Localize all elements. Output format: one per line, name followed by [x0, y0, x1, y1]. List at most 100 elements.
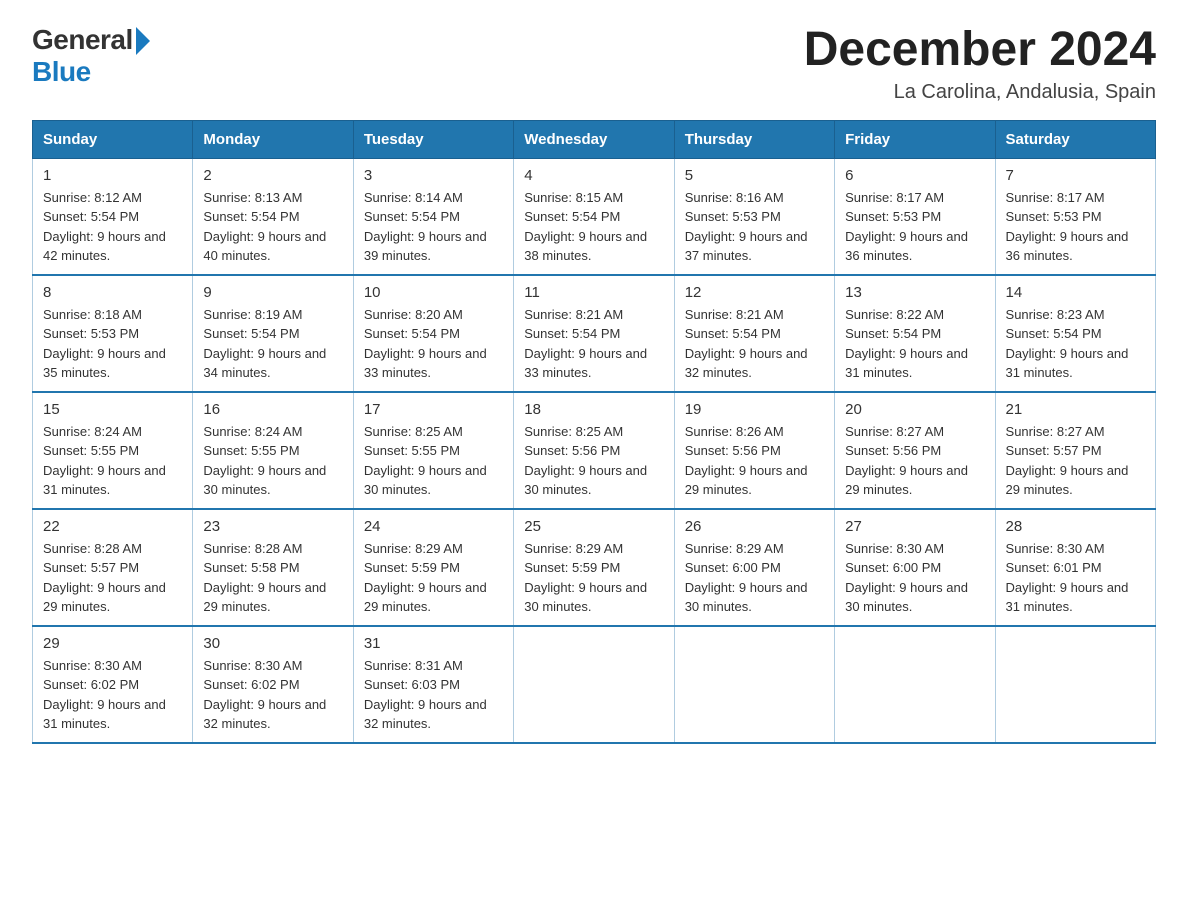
title-area: December 2024 La Carolina, Andalusia, Sp…: [804, 24, 1156, 104]
day-info: Sunrise: 8:14 AMSunset: 5:54 PMDaylight:…: [364, 188, 503, 266]
day-info: Sunrise: 8:30 AMSunset: 6:02 PMDaylight:…: [203, 656, 342, 734]
day-info: Sunrise: 8:15 AMSunset: 5:54 PMDaylight:…: [524, 188, 663, 266]
day-info: Sunrise: 8:29 AMSunset: 5:59 PMDaylight:…: [524, 539, 663, 617]
logo-general-text: General: [32, 24, 133, 56]
calendar-cell: 26 Sunrise: 8:29 AMSunset: 6:00 PMDayligh…: [674, 509, 834, 626]
header-sunday: Sunday: [33, 120, 193, 158]
calendar-cell: 19 Sunrise: 8:26 AMSunset: 5:56 PMDayligh…: [674, 392, 834, 509]
day-info: Sunrise: 8:17 AMSunset: 5:53 PMDaylight:…: [1006, 188, 1145, 266]
day-info: Sunrise: 8:22 AMSunset: 5:54 PMDaylight:…: [845, 305, 984, 383]
day-info: Sunrise: 8:24 AMSunset: 5:55 PMDaylight:…: [203, 422, 342, 500]
logo-blue-text: Blue: [32, 56, 91, 88]
calendar-cell: 8Sunrise: 8:18 AMSunset: 5:53 PMDaylight…: [33, 275, 193, 392]
calendar-cell: 10 Sunrise: 8:20 AMSunset: 5:54 PMDayligh…: [353, 275, 513, 392]
day-info: Sunrise: 8:30 AMSunset: 6:00 PMDaylight:…: [845, 539, 984, 617]
day-info: Sunrise: 8:29 AMSunset: 5:59 PMDaylight:…: [364, 539, 503, 617]
day-number: 25: [524, 518, 663, 535]
day-number: 7: [1006, 167, 1145, 184]
day-info: Sunrise: 8:16 AMSunset: 5:53 PMDaylight:…: [685, 188, 824, 266]
logo-arrow-icon: [136, 27, 150, 55]
calendar-cell: 23 Sunrise: 8:28 AMSunset: 5:58 PMDayligh…: [193, 509, 353, 626]
day-number: 22: [43, 518, 182, 535]
calendar-cell: 30Sunrise: 8:30 AMSunset: 6:02 PMDayligh…: [193, 626, 353, 743]
calendar-cell: 12 Sunrise: 8:21 AMSunset: 5:54 PMDayligh…: [674, 275, 834, 392]
day-number: 2: [203, 167, 342, 184]
day-info: Sunrise: 8:27 AMSunset: 5:57 PMDaylight:…: [1006, 422, 1145, 500]
day-number: 6: [845, 167, 984, 184]
day-number: 24: [364, 518, 503, 535]
calendar-cell: 14Sunrise: 8:23 AMSunset: 5:54 PMDayligh…: [995, 275, 1155, 392]
month-title: December 2024: [804, 24, 1156, 77]
calendar-cell: 9Sunrise: 8:19 AMSunset: 5:54 PMDaylight…: [193, 275, 353, 392]
day-info: Sunrise: 8:18 AMSunset: 5:53 PMDaylight:…: [43, 305, 182, 383]
calendar-cell: 5Sunrise: 8:16 AMSunset: 5:53 PMDaylight…: [674, 158, 834, 275]
day-number: 11: [524, 284, 663, 301]
day-info: Sunrise: 8:13 AMSunset: 5:54 PMDaylight:…: [203, 188, 342, 266]
calendar-cell: 27 Sunrise: 8:30 AMSunset: 6:00 PMDayligh…: [835, 509, 995, 626]
day-info: Sunrise: 8:28 AMSunset: 5:58 PMDaylight:…: [203, 539, 342, 617]
day-info: Sunrise: 8:23 AMSunset: 5:54 PMDaylight:…: [1006, 305, 1145, 383]
day-info: Sunrise: 8:21 AMSunset: 5:54 PMDaylight:…: [685, 305, 824, 383]
location-subtitle: La Carolina, Andalusia, Spain: [804, 81, 1156, 104]
calendar-cell: 15 Sunrise: 8:24 AMSunset: 5:55 PMDayligh…: [33, 392, 193, 509]
day-number: 1: [43, 167, 182, 184]
day-info: Sunrise: 8:20 AMSunset: 5:54 PMDaylight:…: [364, 305, 503, 383]
calendar-cell: 22Sunrise: 8:28 AMSunset: 5:57 PMDayligh…: [33, 509, 193, 626]
week-row-2: 8Sunrise: 8:18 AMSunset: 5:53 PMDaylight…: [33, 275, 1156, 392]
calendar-cell: 25 Sunrise: 8:29 AMSunset: 5:59 PMDayligh…: [514, 509, 674, 626]
calendar-cell: 13Sunrise: 8:22 AMSunset: 5:54 PMDayligh…: [835, 275, 995, 392]
calendar-cell: 4 Sunrise: 8:15 AMSunset: 5:54 PMDaylight…: [514, 158, 674, 275]
calendar-cell: 16Sunrise: 8:24 AMSunset: 5:55 PMDayligh…: [193, 392, 353, 509]
day-number: 10: [364, 284, 503, 301]
calendar-cell: [835, 626, 995, 743]
day-number: 20: [845, 401, 984, 418]
calendar-cell: [995, 626, 1155, 743]
day-info: Sunrise: 8:27 AMSunset: 5:56 PMDaylight:…: [845, 422, 984, 500]
header-row: SundayMondayTuesdayWednesdayThursdayFrid…: [33, 120, 1156, 158]
calendar-cell: 1 Sunrise: 8:12 AMSunset: 5:54 PMDaylight…: [33, 158, 193, 275]
day-number: 4: [524, 167, 663, 184]
calendar-table: SundayMondayTuesdayWednesdayThursdayFrid…: [32, 120, 1156, 744]
week-row-1: 1 Sunrise: 8:12 AMSunset: 5:54 PMDaylight…: [33, 158, 1156, 275]
day-number: 27: [845, 518, 984, 535]
day-number: 18: [524, 401, 663, 418]
day-info: Sunrise: 8:26 AMSunset: 5:56 PMDaylight:…: [685, 422, 824, 500]
day-info: Sunrise: 8:30 AMSunset: 6:01 PMDaylight:…: [1006, 539, 1145, 617]
day-info: Sunrise: 8:30 AMSunset: 6:02 PMDaylight:…: [43, 656, 182, 734]
day-number: 12: [685, 284, 824, 301]
header-monday: Monday: [193, 120, 353, 158]
day-number: 26: [685, 518, 824, 535]
day-info: Sunrise: 8:12 AMSunset: 5:54 PMDaylight:…: [43, 188, 182, 266]
day-number: 28: [1006, 518, 1145, 535]
day-number: 21: [1006, 401, 1145, 418]
day-info: Sunrise: 8:31 AMSunset: 6:03 PMDaylight:…: [364, 656, 503, 734]
day-number: 29: [43, 635, 182, 652]
day-info: Sunrise: 8:25 AMSunset: 5:56 PMDaylight:…: [524, 422, 663, 500]
calendar-cell: 2 Sunrise: 8:13 AMSunset: 5:54 PMDaylight…: [193, 158, 353, 275]
calendar-cell: [674, 626, 834, 743]
header-saturday: Saturday: [995, 120, 1155, 158]
day-info: Sunrise: 8:21 AMSunset: 5:54 PMDaylight:…: [524, 305, 663, 383]
calendar-cell: 6 Sunrise: 8:17 AMSunset: 5:53 PMDaylight…: [835, 158, 995, 275]
week-row-5: 29 Sunrise: 8:30 AMSunset: 6:02 PMDayligh…: [33, 626, 1156, 743]
page-header: General Blue December 2024 La Carolina, …: [32, 24, 1156, 104]
day-info: Sunrise: 8:17 AMSunset: 5:53 PMDaylight:…: [845, 188, 984, 266]
calendar-cell: 18 Sunrise: 8:25 AMSunset: 5:56 PMDayligh…: [514, 392, 674, 509]
day-number: 15: [43, 401, 182, 418]
calendar-cell: 24 Sunrise: 8:29 AMSunset: 5:59 PMDayligh…: [353, 509, 513, 626]
calendar-cell: 7 Sunrise: 8:17 AMSunset: 5:53 PMDaylight…: [995, 158, 1155, 275]
day-info: Sunrise: 8:25 AMSunset: 5:55 PMDaylight:…: [364, 422, 503, 500]
calendar-cell: 21 Sunrise: 8:27 AMSunset: 5:57 PMDayligh…: [995, 392, 1155, 509]
calendar-cell: 29 Sunrise: 8:30 AMSunset: 6:02 PMDayligh…: [33, 626, 193, 743]
day-number: 3: [364, 167, 503, 184]
day-info: Sunrise: 8:29 AMSunset: 6:00 PMDaylight:…: [685, 539, 824, 617]
calendar-cell: 20 Sunrise: 8:27 AMSunset: 5:56 PMDayligh…: [835, 392, 995, 509]
day-number: 23: [203, 518, 342, 535]
day-number: 9: [203, 284, 342, 301]
day-info: Sunrise: 8:24 AMSunset: 5:55 PMDaylight:…: [43, 422, 182, 500]
day-number: 19: [685, 401, 824, 418]
day-number: 31: [364, 635, 503, 652]
header-wednesday: Wednesday: [514, 120, 674, 158]
header-friday: Friday: [835, 120, 995, 158]
calendar-cell: 31 Sunrise: 8:31 AMSunset: 6:03 PMDayligh…: [353, 626, 513, 743]
